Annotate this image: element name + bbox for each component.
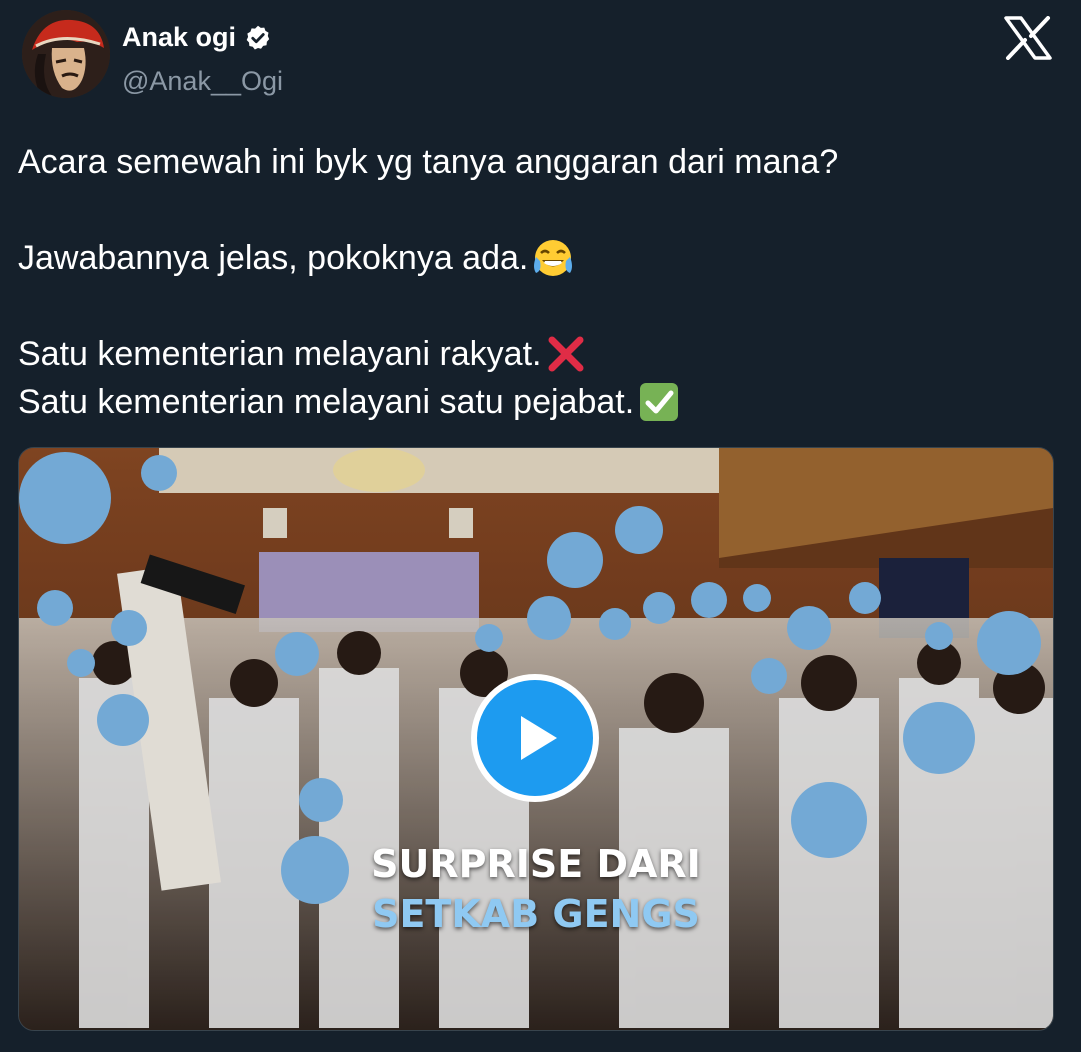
tweet-line: Satu kementerian melayani rakyat.: [18, 330, 1058, 378]
video-caption-line-1: SURPRISE DARI: [371, 842, 701, 886]
tweet-card: Anak ogi @Anak__Ogi Acara semewah ini by…: [0, 0, 1081, 1052]
tweet-line: Jawabannya jelas, pokoknya ada.: [18, 234, 1058, 282]
author-handle[interactable]: @Anak__Ogi: [122, 66, 283, 97]
tweet-line: Satu kementerian melayani satu pejabat.: [18, 378, 1058, 426]
tweet-line-text: Satu kementerian melayani satu pejabat.: [18, 383, 635, 421]
tweet-line-text: Acara semewah ini byk yg tanya anggaran …: [18, 143, 839, 181]
video-player[interactable]: SURPRISE DARI SETKAB GENGS: [18, 447, 1054, 1031]
check-mark-emoji: [640, 383, 679, 421]
tweet-line: Acara semewah ini byk yg tanya anggaran …: [18, 138, 1058, 186]
tears-of-joy-emoji: [534, 240, 573, 276]
tweet-text: Acara semewah ini byk yg tanya anggaran …: [18, 138, 1058, 426]
x-logo-icon[interactable]: [1004, 16, 1052, 60]
author-display-name[interactable]: Anak ogi: [122, 22, 236, 53]
warrior-avatar-icon: [22, 10, 110, 98]
avatar[interactable]: [22, 10, 110, 98]
author-name-row: Anak ogi: [122, 22, 272, 53]
verified-badge-icon: [246, 25, 270, 50]
tweet-line-text: Jawabannya jelas, pokoknya ada.: [18, 239, 529, 277]
play-icon: [521, 716, 557, 760]
tweet-line-text: Satu kementerian melayani rakyat.: [18, 335, 542, 373]
video-caption-line-2: SETKAB GENGS: [372, 892, 700, 936]
cross-mark-emoji: [548, 336, 584, 372]
play-button[interactable]: [471, 674, 599, 802]
